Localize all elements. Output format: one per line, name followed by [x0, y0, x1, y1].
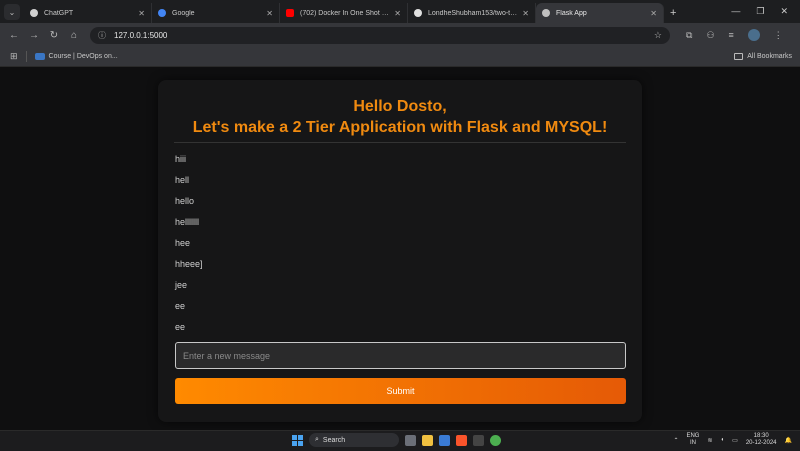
- search-icon: ⌕: [315, 436, 319, 443]
- bookmark-devops[interactable]: Course | DevOps on...: [49, 53, 118, 60]
- wifi-icon[interactable]: ≋: [707, 437, 712, 444]
- browser-tab-bar: ⌄ ChatGPT ✕ Google ✕ (702) Docker In One…: [0, 0, 800, 23]
- apps-grid-icon[interactable]: ⊞: [10, 51, 18, 62]
- terminal-icon[interactable]: [473, 434, 484, 446]
- media-control-icon[interactable]: ≡: [729, 30, 734, 40]
- os-taskbar: ⌕ Search ⌃ ENG IN ≋ ◖ ▭ 18:30 20-12-2024…: [0, 430, 800, 451]
- chatgpt-favicon-icon: [30, 9, 38, 17]
- tab-title: LondheShubham153/two-tier...: [428, 9, 519, 17]
- message-input[interactable]: [175, 342, 626, 369]
- divider: [25, 51, 27, 62]
- title-line-2: Let's make a 2 Tier Application with Fla…: [192, 119, 608, 136]
- tab-github[interactable]: LondheShubham153/two-tier... ✕: [408, 3, 536, 23]
- google-favicon-icon: [158, 9, 166, 17]
- forward-arrow-icon[interactable]: →: [24, 30, 44, 41]
- list-item: jee: [175, 280, 188, 290]
- chevron-down-icon: ⌄: [8, 7, 16, 17]
- close-icon[interactable]: ✕: [650, 9, 657, 18]
- tab-title: (702) Docker In One Shot with...: [300, 9, 391, 17]
- new-tab-button[interactable]: +: [670, 7, 676, 19]
- youtube-favicon-icon: [286, 9, 294, 17]
- language-indicator[interactable]: ENG IN: [686, 433, 699, 447]
- list-item: hello: [175, 196, 195, 206]
- bookmarks-bar: ⊞ Course | DevOps on... All Bookmarks: [0, 47, 800, 67]
- close-icon[interactable]: ✕: [266, 9, 273, 18]
- notification-bell-icon[interactable]: 🔔: [785, 437, 792, 444]
- restore-icon[interactable]: ❐: [756, 6, 764, 17]
- list-item: hee: [175, 238, 191, 248]
- window-controls: — ❐ ✕: [731, 6, 800, 23]
- reload-icon[interactable]: ↻: [44, 30, 64, 41]
- tab-search-button[interactable]: ⌄: [4, 4, 20, 20]
- more-menu-icon[interactable]: ⋮: [774, 30, 783, 41]
- list-item: hell: [175, 175, 190, 185]
- system-tray: ⌃ ENG IN ≋ ◖ ▭ 18:30 20-12-2024 🔔: [673, 433, 792, 447]
- github-favicon-icon: [414, 9, 422, 17]
- page-viewport: Hello Dosto, Let's make a 2 Tier Applica…: [0, 67, 800, 430]
- bookmark-star-icon[interactable]: ☆: [654, 30, 662, 41]
- divider: [174, 142, 626, 143]
- tab-chatgpt[interactable]: ChatGPT ✕: [24, 3, 152, 23]
- title-line-1: Hello Dosto,: [353, 98, 447, 115]
- battery-icon[interactable]: ▭: [732, 437, 738, 444]
- tab-flask-app[interactable]: Flask App ✕: [536, 3, 664, 23]
- home-icon[interactable]: ⌂: [64, 30, 84, 41]
- tab-title: Google: [172, 9, 195, 17]
- tab-google[interactable]: Google ✕: [152, 3, 280, 23]
- lang-top: ENG: [686, 433, 700, 439]
- list-item: helllllll: [175, 217, 200, 227]
- clock[interactable]: 18:30 20-12-2024: [746, 433, 777, 447]
- close-icon[interactable]: ✕: [522, 9, 529, 18]
- app-card: Hello Dosto, Let's make a 2 Tier Applica…: [158, 80, 642, 422]
- list-item: hheee]: [175, 259, 203, 269]
- bookmark-favicon-icon: [34, 53, 45, 60]
- address-bar[interactable]: ⓘ 127.0.0.1:5000 ☆: [90, 26, 670, 44]
- back-arrow-icon[interactable]: ←: [4, 30, 24, 41]
- tab-title: ChatGPT: [44, 9, 74, 17]
- task-view-icon[interactable]: [405, 434, 416, 446]
- search-label: Search: [322, 436, 346, 444]
- folder-icon: [734, 53, 744, 60]
- site-info-icon[interactable]: ⓘ: [98, 30, 106, 41]
- list-item: hiii: [175, 154, 187, 164]
- file-explorer-icon[interactable]: [422, 434, 433, 446]
- windows-start-icon[interactable]: [292, 434, 303, 446]
- list-item: ee: [175, 322, 186, 332]
- profile-avatar[interactable]: [747, 29, 760, 41]
- close-icon[interactable]: ✕: [394, 9, 401, 18]
- tab-youtube[interactable]: (702) Docker In One Shot with... ✕: [280, 3, 408, 23]
- incognito-icon[interactable]: ⚇: [706, 30, 714, 41]
- all-bookmarks-label: All Bookmarks: [747, 53, 792, 60]
- brave-icon[interactable]: [456, 434, 467, 446]
- submit-button[interactable]: Submit: [175, 378, 626, 404]
- browser-toolbar: ← → ↻ ⌂ ⓘ 127.0.0.1:5000 ☆ ⧉ ⚇ ≡ ⋮: [0, 23, 800, 47]
- volume-icon[interactable]: ◖: [721, 437, 725, 443]
- taskbar-search[interactable]: ⌕ Search: [309, 433, 399, 447]
- store-icon[interactable]: [439, 434, 450, 446]
- date: 20-12-2024: [745, 440, 777, 446]
- url-text: 127.0.0.1:5000: [114, 30, 168, 40]
- chrome-icon[interactable]: [490, 434, 501, 446]
- minimize-icon[interactable]: —: [731, 6, 740, 17]
- all-bookmarks-button[interactable]: All Bookmarks: [734, 53, 792, 60]
- globe-favicon-icon: [542, 9, 550, 17]
- close-icon[interactable]: ✕: [138, 9, 145, 18]
- extensions-icon[interactable]: ⧉: [686, 30, 692, 41]
- close-window-icon[interactable]: ✕: [780, 6, 788, 17]
- page-title: Hello Dosto, Let's make a 2 Tier Applica…: [158, 96, 642, 138]
- list-item: ee: [175, 301, 186, 311]
- lang-bottom: IN: [689, 440, 696, 446]
- chevron-up-icon[interactable]: ⌃: [673, 437, 678, 444]
- time: 18:30: [753, 433, 769, 439]
- tab-title: Flask App: [556, 9, 587, 17]
- message-list: hiii hell hello helllllll hee hheee] jee…: [175, 149, 642, 338]
